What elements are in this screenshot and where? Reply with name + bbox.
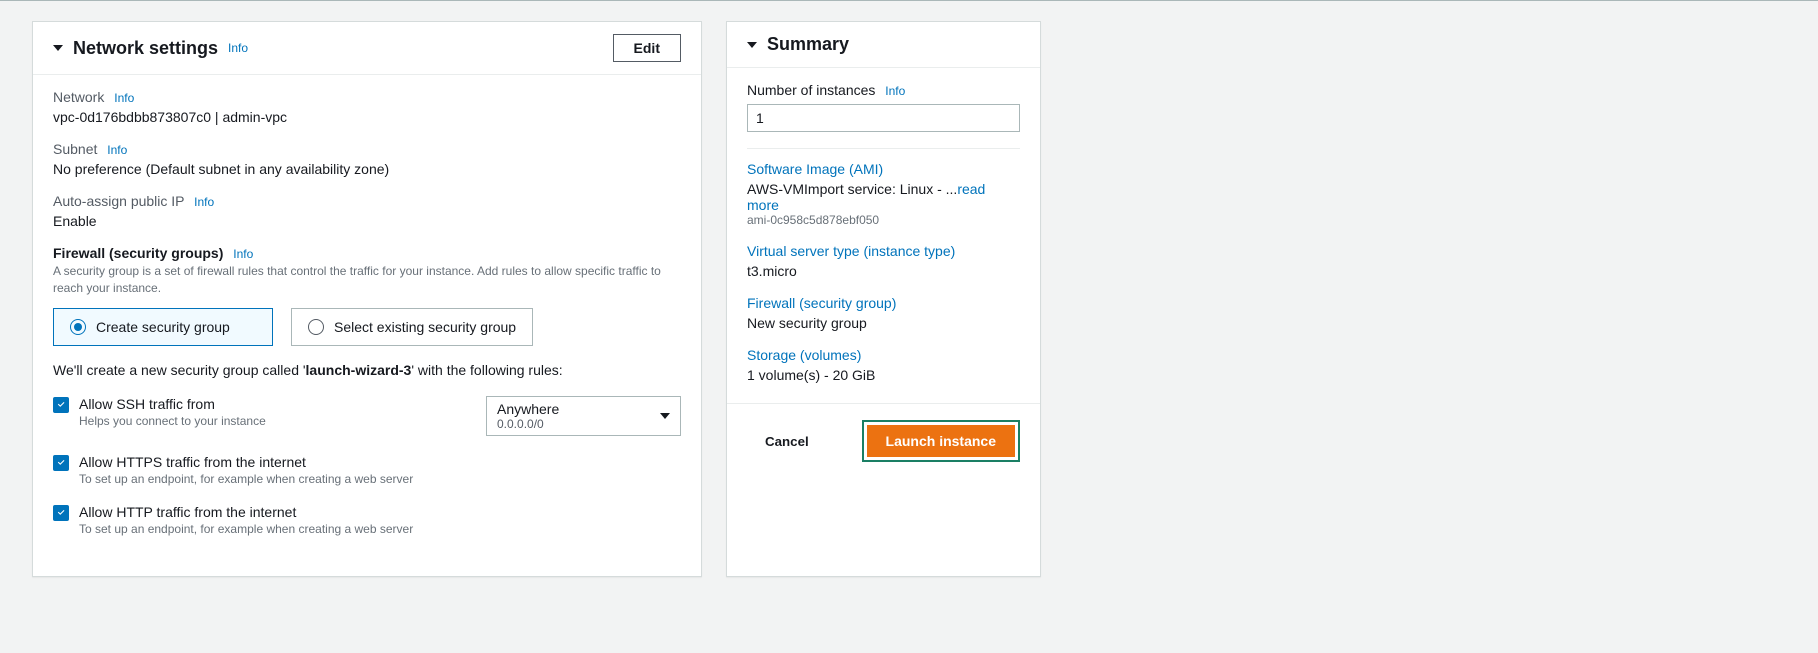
num-instances-label: Number of instances Info — [747, 82, 1020, 98]
summary-panel: Summary Number of instances Info Softwar… — [726, 21, 1041, 577]
public-ip-label: Auto-assign public IP Info — [53, 193, 681, 209]
radio-unselected-icon — [308, 319, 324, 335]
network-settings-title: Network settings — [73, 38, 218, 59]
subnet-value: No preference (Default subnet in any ava… — [53, 161, 681, 177]
check-icon — [56, 399, 67, 410]
security-group-sentence: We'll create a new security group called… — [53, 362, 681, 378]
num-instances-input[interactable] — [747, 104, 1020, 132]
radio-selected-icon — [70, 319, 86, 335]
allow-https-checkbox[interactable] — [53, 455, 69, 471]
ami-id: ami-0c958c5d878ebf050 — [747, 213, 1020, 227]
public-ip-info-link[interactable]: Info — [194, 195, 214, 209]
cancel-button[interactable]: Cancel — [765, 434, 809, 449]
firewall-info-link[interactable]: Info — [233, 247, 253, 261]
ami-link[interactable]: Software Image (AMI) — [747, 161, 1020, 177]
summary-title: Summary — [767, 34, 849, 55]
ami-value: AWS-VMImport service: Linux - ...read mo… — [747, 181, 1020, 213]
allow-https-title: Allow HTTPS traffic from the internet — [79, 454, 681, 470]
collapse-icon[interactable] — [747, 42, 757, 48]
network-settings-panel: Network settings Info Edit Network Info … — [32, 21, 702, 577]
firewall-label: Firewall (security groups) Info — [53, 245, 681, 261]
firewall-helper: A security group is a set of firewall ru… — [53, 263, 681, 298]
create-security-group-radio[interactable]: Create security group — [53, 308, 273, 346]
subnet-info-link[interactable]: Info — [107, 143, 127, 157]
instance-type-value: t3.micro — [747, 263, 1020, 279]
check-icon — [56, 457, 67, 468]
select-existing-security-group-radio[interactable]: Select existing security group — [291, 308, 533, 346]
allow-http-checkbox[interactable] — [53, 505, 69, 521]
allow-ssh-helper: Helps you connect to your instance — [79, 414, 468, 428]
network-settings-header: Network settings Info Edit — [33, 22, 701, 75]
chevron-down-icon — [660, 413, 670, 419]
collapse-icon[interactable] — [53, 45, 63, 51]
storage-value: 1 volume(s) - 20 GiB — [747, 367, 1020, 383]
launch-highlight: Launch instance — [862, 420, 1020, 462]
network-info-link[interactable]: Info — [228, 41, 248, 55]
allow-ssh-title: Allow SSH traffic from — [79, 396, 468, 412]
subnet-label: Subnet Info — [53, 141, 681, 157]
check-icon — [56, 507, 67, 518]
vpc-info-link[interactable]: Info — [114, 91, 134, 105]
ssh-source-select[interactable]: Anywhere 0.0.0.0/0 — [486, 396, 681, 436]
vpc-value: vpc-0d176bdbb873807c0 | admin-vpc — [53, 109, 681, 125]
storage-link[interactable]: Storage (volumes) — [747, 347, 1020, 363]
edit-button[interactable]: Edit — [613, 34, 681, 62]
vpc-label: Network Info — [53, 89, 681, 105]
allow-http-helper: To set up an endpoint, for example when … — [79, 522, 681, 536]
allow-https-helper: To set up an endpoint, for example when … — [79, 472, 681, 486]
firewall-link[interactable]: Firewall (security group) — [747, 295, 1020, 311]
divider — [747, 148, 1020, 149]
allow-http-title: Allow HTTP traffic from the internet — [79, 504, 681, 520]
public-ip-value: Enable — [53, 213, 681, 229]
summary-header: Summary — [727, 22, 1040, 68]
instance-type-link[interactable]: Virtual server type (instance type) — [747, 243, 1020, 259]
firewall-value: New security group — [747, 315, 1020, 331]
num-instances-info-link[interactable]: Info — [885, 84, 905, 98]
launch-instance-button[interactable]: Launch instance — [867, 425, 1015, 457]
allow-ssh-checkbox[interactable] — [53, 397, 69, 413]
